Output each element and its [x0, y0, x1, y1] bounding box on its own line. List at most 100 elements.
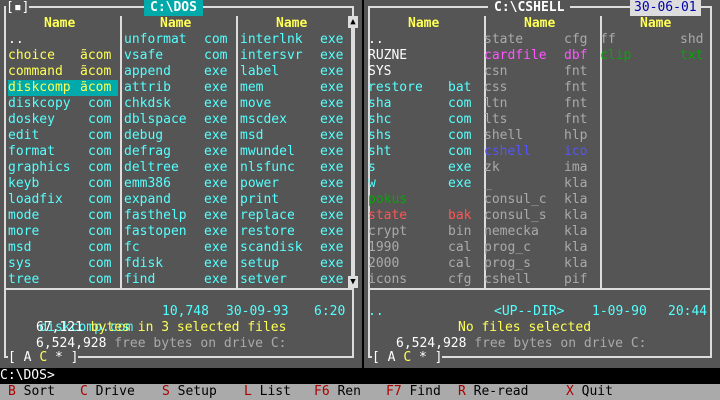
file-entry[interactable]: emm386 exe [124, 176, 234, 192]
file-entry[interactable]: setver exe [240, 272, 350, 288]
left-panel[interactable]: [▪] C:\DOS Name Name Name .. choice ãcom co… [0, 0, 362, 368]
file-entry[interactable]: attrib exe [124, 80, 234, 96]
file-entry[interactable]: move exe [240, 96, 350, 112]
file-entry[interactable]: append exe [124, 64, 234, 80]
file-entry[interactable]: msd exe [240, 128, 350, 144]
file-entry[interactable]: .. [368, 32, 478, 48]
file-entry[interactable]: cardfile dbf [484, 48, 594, 64]
key-sort-button[interactable]: B Sort [8, 384, 55, 400]
left-col3-header[interactable]: Name [276, 16, 307, 32]
file-entry[interactable]: .. [8, 32, 118, 48]
file-entry[interactable]: tree com [8, 272, 118, 288]
right-col2-header[interactable]: Name [524, 16, 555, 32]
file-entry[interactable]: prog_c kla [484, 240, 594, 256]
file-entry[interactable]: choice ãcom [8, 48, 118, 64]
file-entry[interactable]: power exe [240, 176, 350, 192]
file-entry[interactable]: crypt bin [368, 224, 478, 240]
key-ren-button[interactable]: F6 Ren [314, 384, 361, 400]
file-entry[interactable]: state bak [368, 208, 478, 224]
scroll-down-icon[interactable]: ▼ [348, 276, 358, 288]
file-entry[interactable]: diskcomp ãcom [8, 80, 118, 96]
file-entry[interactable]: shell hlp [484, 128, 594, 144]
file-entry[interactable]: label exe [240, 64, 350, 80]
file-entry[interactable]: interlnk exe [240, 32, 350, 48]
drive-c[interactable]: C [403, 350, 411, 365]
file-entry[interactable]: sha com [368, 96, 478, 112]
file-entry[interactable]: defrag exe [124, 144, 234, 160]
file-entry[interactable]: pokus [368, 192, 478, 208]
file-entry[interactable]: icons cfg [368, 272, 478, 288]
file-entry[interactable]: keyb com [8, 176, 118, 192]
file-entry[interactable]: RUZNE [368, 48, 478, 64]
left-panel-tag[interactable]: [▪] [6, 0, 30, 16]
file-entry[interactable]: cshell pif [484, 272, 594, 288]
file-entry[interactable]: css fnt [484, 80, 594, 96]
file-entry[interactable]: lts fnt [484, 112, 594, 128]
file-entry[interactable]: graphics com [8, 160, 118, 176]
file-entry[interactable]: consul_s kla [484, 208, 594, 224]
right-col3-header[interactable]: Name [640, 16, 671, 32]
file-entry[interactable]: deltree exe [124, 160, 234, 176]
file-entry[interactable]: ltn fnt [484, 96, 594, 112]
file-entry[interactable]: csn fnt [484, 64, 594, 80]
file-entry[interactable]: expand exe [124, 192, 234, 208]
right-panel[interactable]: C:\CSHELL 30-06-01 Name Name Name .. RUZN… [364, 0, 720, 368]
file-entry[interactable]: fc exe [124, 240, 234, 256]
file-entry[interactable]: chkdsk exe [124, 96, 234, 112]
file-entry[interactable]: more com [8, 224, 118, 240]
file-entry[interactable]: mode com [8, 208, 118, 224]
file-entry[interactable]: mem exe [240, 80, 350, 96]
scroll-up-icon[interactable]: ▲ [348, 16, 358, 28]
file-entry[interactable]: state cfg [484, 32, 594, 48]
file-entry[interactable]: setup exe [240, 256, 350, 272]
file-entry[interactable]: format com [8, 144, 118, 160]
key-quit-button[interactable]: X Quit [566, 384, 613, 400]
command-line[interactable]: C:\DOS> [0, 368, 720, 384]
file-entry[interactable]: msd com [8, 240, 118, 256]
key-list-button[interactable]: L List [244, 384, 291, 400]
file-entry[interactable]: shc com [368, 112, 478, 128]
file-entry[interactable]: nemecka kla [484, 224, 594, 240]
drive-all[interactable]: * [419, 350, 427, 365]
key-reread-button[interactable]: R Re-read [458, 384, 528, 400]
file-entry[interactable]: cshell ico [484, 144, 594, 160]
file-entry[interactable]: w exe [368, 176, 478, 192]
key-drive-button[interactable]: C Drive [80, 384, 135, 400]
file-entry[interactable]: scandisk exe [240, 240, 350, 256]
key-setup-button[interactable]: S Setup [162, 384, 217, 400]
file-entry[interactable]: command ãcom [8, 64, 118, 80]
left-scrollbar[interactable]: ▲ ▼ [348, 16, 358, 288]
file-entry[interactable]: SYS [368, 64, 478, 80]
file-entry[interactable]: replace exe [240, 208, 350, 224]
file-entry[interactable]: loadfix com [8, 192, 118, 208]
file-entry[interactable]: doskey com [8, 112, 118, 128]
file-entry[interactable]: shs com [368, 128, 478, 144]
key-find-button[interactable]: F7 Find [386, 384, 441, 400]
file-entry[interactable]: dblspace exe [124, 112, 234, 128]
file-entry[interactable]: sys com [8, 256, 118, 272]
file-entry[interactable]: prog_s kla [484, 256, 594, 272]
file-entry[interactable]: _ kla [484, 176, 594, 192]
file-entry[interactable]: debug exe [124, 128, 234, 144]
right-col1-header[interactable]: Name [408, 16, 439, 32]
file-entry[interactable]: s exe [368, 160, 478, 176]
file-entry[interactable]: unformat com [124, 32, 234, 48]
drive-a[interactable]: A [388, 350, 396, 365]
file-entry[interactable]: mwundel exe [240, 144, 350, 160]
file-entry[interactable]: clip txt [600, 48, 710, 64]
file-entry[interactable]: 2000 cal [368, 256, 478, 272]
file-entry[interactable]: sht com [368, 144, 478, 160]
drive-all[interactable]: * [55, 350, 63, 365]
file-entry[interactable]: zk ima [484, 160, 594, 176]
scrollbar-track[interactable] [351, 28, 355, 276]
drive-c[interactable]: C [39, 350, 47, 365]
file-entry[interactable]: edit com [8, 128, 118, 144]
file-entry[interactable]: ff shd [600, 32, 710, 48]
file-entry[interactable]: consul_c kla [484, 192, 594, 208]
file-entry[interactable]: fasthelp exe [124, 208, 234, 224]
left-col2-header[interactable]: Name [160, 16, 191, 32]
drive-a[interactable]: A [24, 350, 32, 365]
file-entry[interactable]: 1990 cal [368, 240, 478, 256]
file-entry[interactable]: mscdex exe [240, 112, 350, 128]
file-entry[interactable]: nlsfunc exe [240, 160, 350, 176]
